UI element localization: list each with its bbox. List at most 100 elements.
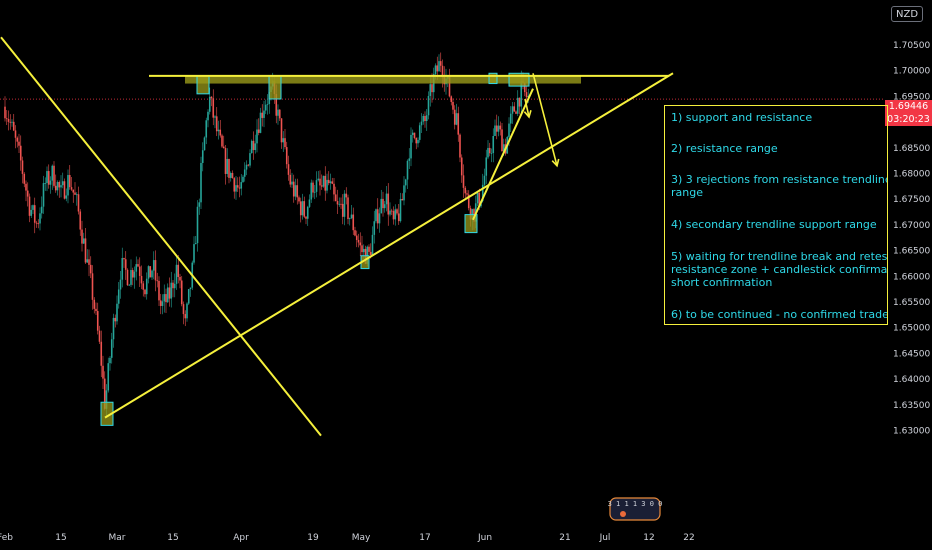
candle-body [460, 157, 463, 176]
candle-body [47, 171, 50, 185]
candle-body [5, 118, 8, 120]
candle-body [245, 164, 248, 170]
candle-body [334, 194, 337, 202]
y-tick-label: 1.66000 [893, 272, 930, 282]
candle-body [515, 111, 517, 114]
candle-body [404, 179, 407, 186]
candle-body [319, 178, 321, 186]
candle-body [347, 197, 349, 220]
candle-body [54, 185, 57, 191]
candle-body [116, 303, 118, 322]
candle-body [359, 242, 362, 246]
candle-body [315, 180, 318, 192]
candle-body [518, 97, 521, 107]
candle-body [306, 206, 309, 219]
candle-body [317, 178, 320, 181]
candle-body [217, 129, 220, 132]
candle-body [26, 190, 29, 197]
candle-body [133, 271, 136, 278]
candle-body [249, 153, 251, 166]
candle-body [259, 112, 262, 133]
candle-body [322, 175, 325, 187]
candle-body [123, 258, 125, 260]
candle-body [112, 317, 115, 340]
candle-body [413, 132, 416, 138]
candle-body [75, 194, 78, 196]
candle-body [408, 158, 411, 161]
candle-body [345, 193, 348, 198]
candle-body [250, 140, 253, 154]
candle-body [299, 201, 302, 216]
x-tick-label: Apr [233, 533, 249, 543]
candle-body [387, 193, 390, 215]
candle-body [390, 210, 393, 212]
candle-body [21, 160, 24, 174]
candle-body [196, 206, 199, 244]
candle-body [452, 101, 454, 110]
candle-body [63, 181, 66, 199]
candle-body [40, 206, 43, 214]
candle-body [312, 182, 314, 193]
candle-body [173, 283, 176, 289]
candle-body [438, 61, 440, 72]
candle-body [35, 222, 38, 224]
candle-body [291, 181, 293, 185]
candle-body [411, 132, 414, 135]
candle-body [369, 251, 372, 256]
candle-body [44, 183, 47, 184]
candle-body [187, 289, 190, 304]
candle-body [42, 183, 45, 207]
candle-body [193, 244, 195, 263]
candle-body [107, 363, 110, 391]
candle-body [378, 213, 381, 224]
candle-body [403, 185, 405, 201]
touch-highlight-box [196, 75, 210, 95]
candle-body [28, 196, 31, 216]
candle-body [385, 193, 388, 205]
candle-body [350, 214, 353, 219]
candle-body [49, 180, 52, 185]
candle-body [182, 304, 185, 315]
candle-body [86, 259, 89, 263]
candle-body [450, 96, 453, 102]
candle-body [23, 173, 26, 184]
candle-body [509, 113, 512, 124]
candle-body [166, 287, 169, 303]
candle-body [156, 280, 159, 282]
y-tick-label: 1.66500 [893, 247, 930, 257]
y-tick-label: 1.64500 [893, 349, 930, 359]
candle-body [151, 270, 153, 278]
countdown-tag: 03:20:23 [885, 113, 932, 126]
currency-badge[interactable]: NZD [891, 6, 923, 22]
candle-body [418, 125, 421, 140]
x-tick-label: 12 [643, 533, 654, 543]
candle-body [243, 169, 246, 177]
candle-body [256, 129, 258, 144]
y-tick-label: 1.68000 [893, 170, 930, 180]
candle-body [459, 134, 461, 158]
candle-body [252, 140, 255, 151]
candle-body [457, 113, 460, 135]
candle-body [215, 116, 218, 132]
candle-body [18, 141, 20, 146]
candle-body [389, 210, 391, 215]
watermark-dot [620, 511, 626, 517]
candle-body [380, 198, 383, 214]
candle-body [205, 120, 208, 138]
candle-body [100, 341, 103, 366]
candle-body [466, 193, 468, 195]
note-line-3b: range [671, 186, 703, 199]
candle-body [170, 282, 173, 299]
candle-body [137, 264, 139, 267]
touch-highlight-box [488, 72, 498, 85]
candle-body [343, 193, 346, 217]
candle-body [224, 148, 227, 174]
candle-body [212, 98, 215, 118]
candle-body [277, 109, 279, 116]
candle-body [82, 238, 85, 244]
candle-body [233, 178, 236, 192]
candle-body [247, 164, 250, 166]
candle-body [376, 209, 379, 224]
y-tick-label: 1.63500 [893, 401, 930, 411]
candle-body [32, 205, 34, 210]
